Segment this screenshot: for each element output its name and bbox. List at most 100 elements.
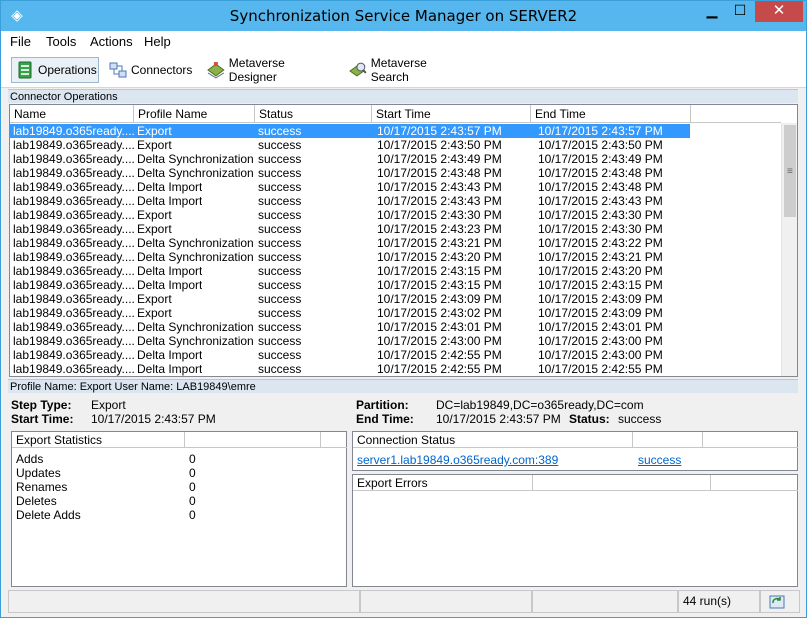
table-row[interactable]: lab19849.o365ready.... Delta Synchronizat… — [10, 236, 690, 250]
export-errors-filler-header — [711, 475, 798, 491]
column-header-start-time[interactable]: Start Time — [372, 105, 531, 123]
cell-profile-name: Delta Import — [137, 278, 203, 292]
cell-profile-name: Delta Import — [137, 362, 203, 376]
cell-start-time: 10/17/2015 2:42:55 PM — [377, 362, 502, 376]
connectors-label: Connectors — [131, 63, 193, 77]
cell-profile-name: Delta Synchronization — [137, 236, 254, 250]
cell-status: success — [258, 194, 302, 208]
cell-profile-name: Export — [137, 306, 172, 320]
cell-start-time: 10/17/2015 2:43:50 PM — [377, 138, 502, 152]
table-row[interactable]: lab19849.o365ready.... Delta Synchronizat… — [10, 320, 690, 334]
cell-name: lab19849.o365ready.... — [13, 348, 135, 362]
step-type-value: Export — [91, 398, 126, 412]
menu-help[interactable]: Help — [144, 34, 171, 49]
connection-status-panel[interactable]: Connection Status server1.lab19849.o365r… — [352, 431, 798, 471]
column-header-profile-name[interactable]: Profile Name — [134, 105, 255, 123]
metaverse-designer-button[interactable]: Metaverse Designer — [203, 56, 335, 84]
column-header-filler — [691, 105, 781, 123]
cell-start-time: 10/17/2015 2:43:20 PM — [377, 250, 502, 264]
cell-end-time: 10/17/2015 2:43:21 PM — [538, 250, 663, 264]
cell-status: success — [258, 208, 302, 222]
minimize-button[interactable]: ▁ — [698, 1, 726, 22]
column-header-status[interactable]: Status — [255, 105, 372, 123]
cell-end-time: 10/17/2015 2:43:48 PM — [538, 180, 663, 194]
connection-result-link[interactable]: success — [638, 453, 681, 467]
cell-end-time: 10/17/2015 2:43:01 PM — [538, 320, 663, 334]
menu-file[interactable]: File — [10, 34, 31, 49]
table-row[interactable]: lab19849.o365ready.... Export success 10/17… — [10, 138, 690, 152]
column-header-end-time[interactable]: End Time — [531, 105, 691, 123]
export-errors-panel[interactable]: Export Errors — [352, 474, 798, 587]
cell-name: lab19849.o365ready.... — [13, 362, 135, 376]
export-statistics-filler-header — [321, 432, 347, 448]
export-statistics-header[interactable]: Export Statistics — [12, 432, 185, 448]
cell-start-time: 10/17/2015 2:43:43 PM — [377, 180, 502, 194]
table-row[interactable]: lab19849.o365ready.... Delta Import succes… — [10, 180, 690, 194]
cell-status: success — [258, 250, 302, 264]
connection-status-result-header[interactable] — [633, 432, 703, 448]
cell-name: lab19849.o365ready.... — [13, 320, 135, 334]
cell-name: lab19849.o365ready.... — [13, 194, 135, 208]
connectors-button[interactable]: Connectors — [105, 57, 195, 83]
table-row[interactable]: lab19849.o365ready.... Export success 10/17… — [10, 306, 690, 320]
stat-label: Deletes — [16, 494, 57, 508]
maximize-button[interactable]: ☐ — [726, 1, 754, 22]
table-row[interactable]: lab19849.o365ready.... Delta Synchronizat… — [10, 166, 690, 180]
column-header-name[interactable]: Name — [10, 105, 134, 123]
table-row[interactable]: lab19849.o365ready.... Delta Import succes… — [10, 278, 690, 292]
export-errors-header[interactable]: Export Errors — [353, 475, 533, 491]
table-row[interactable]: lab19849.o365ready.... Delta Import succes… — [10, 362, 690, 376]
cell-end-time: 10/17/2015 2:43:09 PM — [538, 306, 663, 320]
connector-operations-list[interactable]: Name Profile Name Status Start Time End … — [9, 104, 798, 377]
cell-profile-name: Delta Import — [137, 194, 203, 208]
table-row[interactable]: lab19849.o365ready.... Delta Synchronizat… — [10, 250, 690, 264]
scrollbar-thumb[interactable]: ≡ — [784, 125, 796, 217]
refresh-runs-button[interactable] — [760, 590, 800, 613]
connectors-icon — [109, 62, 127, 78]
cell-name: lab19849.o365ready.... — [13, 222, 135, 236]
metaverse-search-label: Metaverse Search — [370, 56, 427, 84]
cell-name: lab19849.o365ready.... — [13, 138, 135, 152]
table-row[interactable]: lab19849.o365ready.... Delta Synchronizat… — [10, 152, 690, 166]
cell-name: lab19849.o365ready.... — [13, 152, 135, 166]
cell-end-time: 10/17/2015 2:43:43 PM — [538, 194, 663, 208]
cell-status: success — [258, 236, 302, 250]
export-statistics-count-header[interactable] — [185, 432, 321, 448]
table-row[interactable]: lab19849.o365ready.... Delta Import succes… — [10, 348, 690, 362]
server-link[interactable]: server1.lab19849.o365ready.com:389 — [357, 453, 558, 467]
cell-start-time: 10/17/2015 2:43:15 PM — [377, 278, 502, 292]
stat-value: 0 — [189, 480, 196, 494]
cell-end-time: 10/17/2015 2:43:00 PM — [538, 348, 663, 362]
metaverse-search-button[interactable]: Metaverse Search — [345, 56, 467, 84]
end-time-value: 10/17/2015 2:43:57 PM — [436, 412, 561, 426]
cell-name: lab19849.o365ready.... — [13, 292, 135, 306]
status-label: Status: — [569, 412, 610, 426]
table-row[interactable]: lab19849.o365ready.... Delta Import succes… — [10, 264, 690, 278]
cell-profile-name: Export — [137, 124, 172, 138]
table-row[interactable]: lab19849.o365ready.... Export success 10/17… — [10, 124, 690, 138]
cell-profile-name: Export — [137, 208, 172, 222]
table-row[interactable]: lab19849.o365ready.... Delta Synchronizat… — [10, 334, 690, 348]
connection-status-filler-header — [703, 432, 798, 448]
title-bar[interactable]: ◈ Synchronization Service Manager on SER… — [1, 1, 806, 31]
table-row[interactable]: lab19849.o365ready.... Delta Import succes… — [10, 194, 690, 208]
refresh-icon — [769, 595, 785, 609]
cell-name: lab19849.o365ready.... — [13, 236, 135, 250]
cell-start-time: 10/17/2015 2:43:01 PM — [377, 320, 502, 334]
operations-button[interactable]: Operations — [11, 57, 99, 83]
menu-tools[interactable]: Tools — [46, 34, 76, 49]
cell-start-time: 10/17/2015 2:43:00 PM — [377, 334, 502, 348]
export-errors-col2-header[interactable] — [533, 475, 711, 491]
stat-value: 0 — [189, 452, 196, 466]
table-row[interactable]: lab19849.o365ready.... Export success 10/17… — [10, 292, 690, 306]
connection-status-header[interactable]: Connection Status — [353, 432, 633, 448]
cell-end-time: 10/17/2015 2:43:50 PM — [538, 138, 663, 152]
operations-scrollbar[interactable]: ≡ — [781, 123, 797, 376]
menu-actions[interactable]: Actions — [90, 34, 133, 49]
table-row[interactable]: lab19849.o365ready.... Export success 10/17… — [10, 208, 690, 222]
close-button[interactable]: ✕ — [755, 1, 803, 22]
status-pane-1 — [8, 590, 360, 613]
cell-name: lab19849.o365ready.... — [13, 166, 135, 180]
export-statistics-panel[interactable]: Export Statistics Adds 0 Updates 0 Renames 0 D… — [11, 431, 347, 587]
table-row[interactable]: lab19849.o365ready.... Export success 10/17… — [10, 222, 690, 236]
